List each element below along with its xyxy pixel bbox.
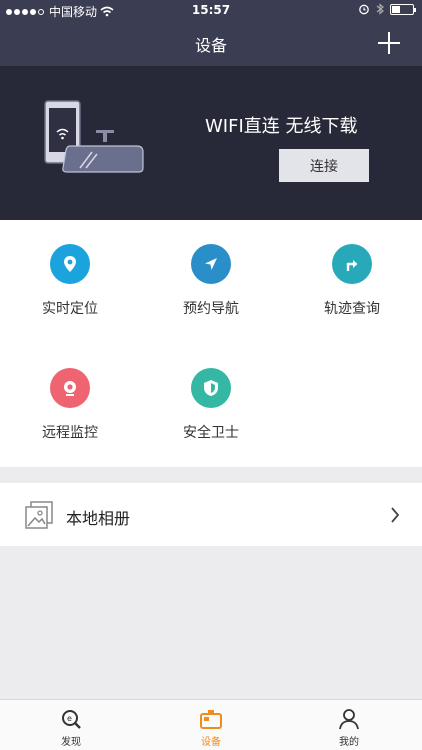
bluetooth-icon bbox=[376, 3, 384, 15]
navigation-arrow-icon bbox=[191, 244, 231, 284]
tab-label: 我的 bbox=[339, 737, 359, 748]
shield-icon bbox=[191, 368, 231, 408]
battery-icon bbox=[390, 3, 416, 15]
feature-reserve-navigation[interactable]: 预约导航 bbox=[141, 244, 281, 318]
page-title: 设备 bbox=[194, 36, 227, 55]
person-icon bbox=[339, 709, 359, 730]
photo-album-icon bbox=[25, 501, 53, 529]
feature-label: 远程监控 bbox=[42, 425, 98, 441]
banner-title: WIFI直连 无线下载 bbox=[205, 116, 358, 137]
device-icon bbox=[200, 710, 222, 729]
feature-label: 实时定位 bbox=[42, 301, 98, 317]
status-bar: 中国移动 15:57 bbox=[0, 0, 422, 22]
feature-track-query[interactable]: 轨迹查询 bbox=[282, 244, 422, 318]
local-album-row[interactable]: 本地相册 bbox=[0, 483, 422, 546]
tab-discover[interactable]: e 发现 bbox=[41, 708, 101, 748]
feature-security-guard[interactable]: 安全卫士 bbox=[141, 368, 281, 442]
svg-text:e: e bbox=[67, 714, 72, 723]
phone-dashcam-illustration bbox=[44, 100, 144, 173]
add-device-button[interactable] bbox=[378, 32, 400, 54]
tab-label: 发现 bbox=[61, 737, 81, 748]
tab-device[interactable]: 设备 bbox=[181, 708, 241, 748]
feature-grid: 实时定位 预约导航 轨迹查询 远程监控 安全卫士 bbox=[0, 220, 422, 467]
chevron-right-icon bbox=[391, 507, 400, 523]
tab-bar: e 发现 设备 我的 bbox=[0, 699, 422, 750]
connect-button[interactable]: 连接 bbox=[279, 149, 369, 182]
status-right bbox=[358, 3, 416, 15]
feature-label: 安全卫士 bbox=[183, 425, 239, 441]
tab-mine[interactable]: 我的 bbox=[319, 708, 379, 748]
route-turn-icon bbox=[332, 244, 372, 284]
top-bar: 中国移动 15:57 设备 bbox=[0, 0, 422, 66]
album-label: 本地相册 bbox=[66, 509, 131, 528]
feature-realtime-location[interactable]: 实时定位 bbox=[0, 244, 140, 318]
feature-label: 轨迹查询 bbox=[324, 301, 380, 317]
location-pin-icon bbox=[50, 244, 90, 284]
feature-label: 预约导航 bbox=[183, 301, 239, 317]
discover-icon: e bbox=[62, 710, 81, 729]
wifi-banner: WIFI直连 无线下载 连接 bbox=[0, 66, 422, 220]
tab-label: 设备 bbox=[201, 737, 221, 748]
feature-remote-monitoring[interactable]: 远程监控 bbox=[0, 368, 140, 442]
camera-icon bbox=[50, 368, 90, 408]
alarm-icon bbox=[359, 4, 369, 15]
